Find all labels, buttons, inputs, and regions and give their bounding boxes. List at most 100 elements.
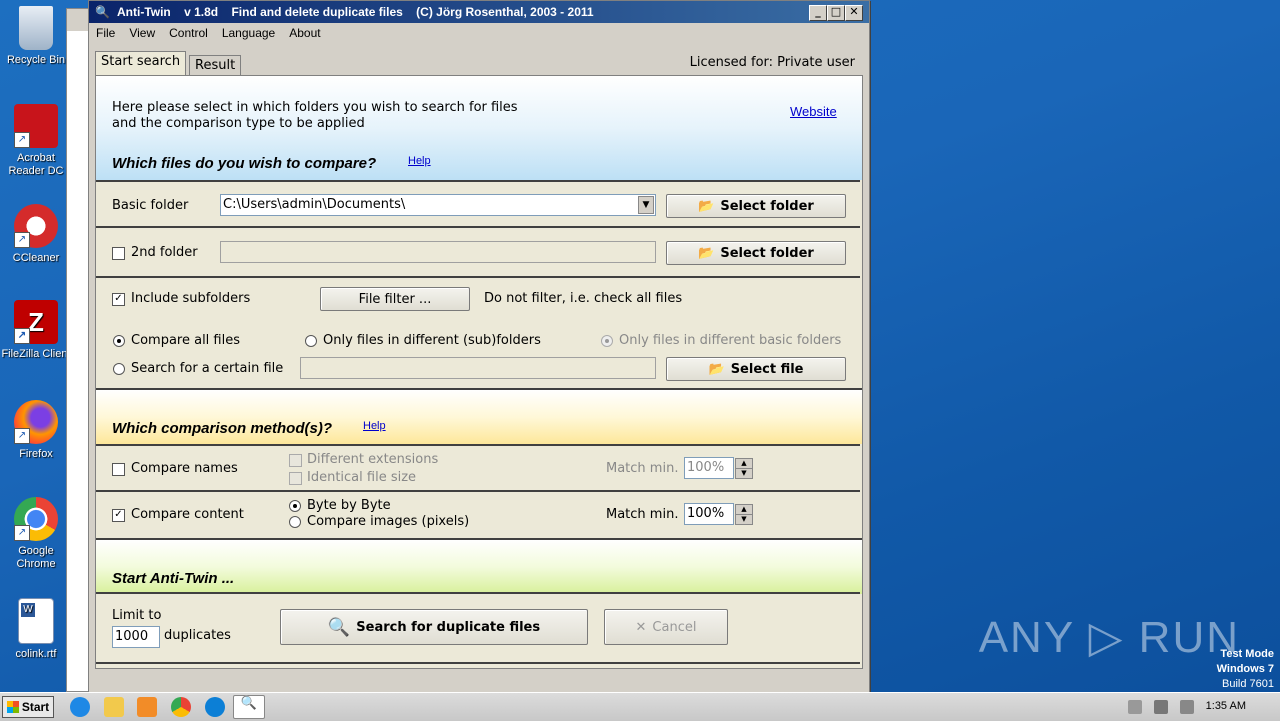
limit-input[interactable]: 1000 bbox=[112, 626, 160, 648]
word-doc-icon: W bbox=[18, 598, 54, 644]
only-diff-sub-radio[interactable] bbox=[305, 335, 317, 347]
edge-icon[interactable] bbox=[205, 697, 225, 717]
basic-folder-label: Basic folder bbox=[112, 198, 189, 213]
menu-view[interactable]: View bbox=[122, 26, 162, 40]
desktop-icon-firefox[interactable]: ↗ Firefox bbox=[0, 400, 72, 461]
second-folder-label: 2nd folder bbox=[131, 245, 198, 260]
spin-down-icon[interactable]: ▼ bbox=[735, 514, 753, 525]
file-explorer-icon[interactable] bbox=[104, 697, 124, 717]
filter-status-text: Do not filter, i.e. check all files bbox=[484, 291, 683, 306]
certain-file-field[interactable] bbox=[300, 357, 656, 379]
desktop-icon-recycle-bin[interactable]: Recycle Bin bbox=[0, 6, 72, 67]
byte-by-byte-radio[interactable] bbox=[289, 500, 301, 512]
tab-start-search[interactable]: Start search bbox=[95, 51, 187, 76]
duplicates-label: duplicates bbox=[164, 628, 231, 643]
search-duplicates-button[interactable]: 🔍 Search for duplicate files bbox=[280, 609, 588, 645]
desktop-icon-chrome[interactable]: ↗ Google Chrome bbox=[0, 497, 72, 571]
identical-size-checkbox[interactable] bbox=[289, 472, 302, 485]
subfolders-row: ✓ Include subfolders File filter ... Do … bbox=[96, 276, 860, 320]
tab-strip: Start search Result Licensed for: Privat… bbox=[95, 51, 863, 76]
basic-folder-combo[interactable]: C:\Users\admin\Documents\ ▼ bbox=[220, 194, 656, 216]
file-filter-button[interactable]: File filter ... bbox=[320, 287, 470, 311]
chrome-taskbar-icon[interactable] bbox=[171, 697, 191, 717]
identical-size-label: Identical file size bbox=[307, 470, 417, 485]
desktop-icon-label: Recycle Bin bbox=[6, 54, 66, 66]
basic-folder-value: C:\Users\admin\Documents\ bbox=[223, 197, 406, 212]
test-mode-line: Test Mode bbox=[1220, 648, 1274, 660]
desktop-icon-filezilla[interactable]: Z ↗ FileZilla Client bbox=[0, 300, 72, 361]
start-section-title: Start Anti-Twin ... bbox=[112, 570, 235, 587]
only-diff-sub-label: Only files in different (sub)folders bbox=[323, 333, 541, 348]
button-label: Cancel bbox=[652, 619, 697, 635]
select-second-folder-button[interactable]: 📂 Select folder bbox=[666, 241, 846, 265]
method-section-title: Which comparison method(s)? bbox=[112, 420, 333, 437]
speaker-icon[interactable] bbox=[1128, 700, 1142, 714]
menu-language[interactable]: Language bbox=[215, 26, 282, 40]
folder-icon: 📂 bbox=[698, 198, 715, 214]
desktop-icon-acrobat[interactable]: ↗ Acrobat Reader DC bbox=[0, 104, 72, 178]
compare-scope-row: Compare all files Only files in differen… bbox=[96, 320, 860, 386]
search-certain-radio[interactable] bbox=[113, 363, 125, 375]
include-subfolders-label: Include subfolders bbox=[131, 291, 251, 306]
menu-about[interactable]: About bbox=[282, 26, 327, 40]
build-line: Build 7601 bbox=[1222, 678, 1274, 690]
select-file-button[interactable]: 📂 Select file bbox=[666, 357, 846, 381]
desktop-icon-label: Acrobat Reader DC bbox=[8, 152, 64, 177]
second-folder-field[interactable] bbox=[220, 241, 656, 263]
recycle-bin-icon bbox=[19, 6, 53, 50]
different-extensions-checkbox[interactable] bbox=[289, 454, 302, 467]
compare-all-radio[interactable] bbox=[113, 335, 125, 347]
button-label: Select file bbox=[730, 361, 804, 377]
close-button[interactable]: ✕ bbox=[845, 5, 863, 21]
compare-names-checkbox[interactable] bbox=[112, 463, 125, 476]
menu-file[interactable]: File bbox=[89, 26, 122, 40]
media-player-icon[interactable] bbox=[137, 697, 157, 717]
names-match-min-spinner[interactable]: 100% ▲ ▼ bbox=[684, 457, 753, 479]
limit-value: 1000 bbox=[115, 629, 149, 644]
files-help-link[interactable]: Help bbox=[408, 155, 431, 167]
button-label: Select folder bbox=[720, 198, 814, 214]
start-header: Start Anti-Twin ... bbox=[96, 538, 862, 594]
start-button[interactable]: Start bbox=[2, 696, 54, 718]
spin-down-icon[interactable]: ▼ bbox=[735, 468, 753, 479]
menu-control[interactable]: Control bbox=[162, 26, 215, 40]
ccleaner-icon: ↗ bbox=[14, 204, 58, 248]
desktop-icon-colink[interactable]: W colink.rtf bbox=[0, 598, 72, 661]
folder-icon: 📂 bbox=[708, 361, 725, 377]
minimize-button[interactable]: _ bbox=[809, 5, 827, 21]
system-clock[interactable]: 1:35 AM bbox=[1206, 700, 1246, 712]
different-extensions-label: Different extensions bbox=[307, 452, 439, 467]
website-link[interactable]: Website bbox=[790, 104, 837, 119]
desktop-icon-ccleaner[interactable]: ↗ CCleaner bbox=[0, 204, 72, 265]
select-basic-folder-button[interactable]: 📂 Select folder bbox=[666, 194, 846, 218]
maximize-button[interactable]: □ bbox=[827, 5, 845, 21]
search-certain-label: Search for a certain file bbox=[131, 361, 284, 376]
cancel-button[interactable]: ✕ Cancel bbox=[604, 609, 728, 645]
anti-twin-taskbar-button[interactable]: 🔍 bbox=[233, 695, 265, 719]
title-bar[interactable]: 🔍 Anti-Twin v 1.8d Find and delete dupli… bbox=[89, 1, 869, 23]
compare-images-label: Compare images (pixels) bbox=[307, 514, 470, 529]
method-help-link[interactable]: Help bbox=[363, 420, 386, 432]
include-subfolders-checkbox[interactable]: ✓ bbox=[112, 293, 125, 306]
anyrun-watermark: ANY ▷ RUN bbox=[978, 613, 1240, 662]
compare-content-checkbox[interactable]: ✓ bbox=[112, 509, 125, 522]
only-diff-basic-radio[interactable] bbox=[601, 335, 613, 347]
second-folder-checkbox[interactable] bbox=[112, 247, 125, 260]
taskbar: Start 🔍 1:35 AM bbox=[0, 692, 1280, 721]
limit-to-label: Limit to bbox=[112, 608, 162, 623]
test-mode-label: Test Mode Windows 7 Build 7601 bbox=[1217, 647, 1274, 692]
button-label: Search for duplicate files bbox=[356, 619, 541, 635]
filezilla-icon: Z ↗ bbox=[14, 300, 58, 344]
tab-result[interactable]: Result bbox=[189, 55, 242, 75]
compare-images-radio[interactable] bbox=[289, 516, 301, 528]
compare-content-row: ✓ Compare content Byte by Byte Compare i… bbox=[96, 490, 860, 538]
content-match-min-label: Match min. bbox=[606, 507, 679, 522]
chevron-down-icon[interactable]: ▼ bbox=[638, 196, 654, 214]
content-match-min-spinner[interactable]: 100% ▲ ▼ bbox=[684, 503, 753, 525]
start-label: Start bbox=[21, 700, 50, 714]
action-center-flag-icon[interactable] bbox=[1180, 700, 1194, 714]
internet-explorer-icon[interactable] bbox=[70, 697, 90, 717]
start-search-panel: Here please select in which folders you … bbox=[95, 75, 863, 669]
desktop-icon-label: colink.rtf bbox=[15, 648, 57, 660]
network-icon[interactable] bbox=[1154, 700, 1168, 714]
